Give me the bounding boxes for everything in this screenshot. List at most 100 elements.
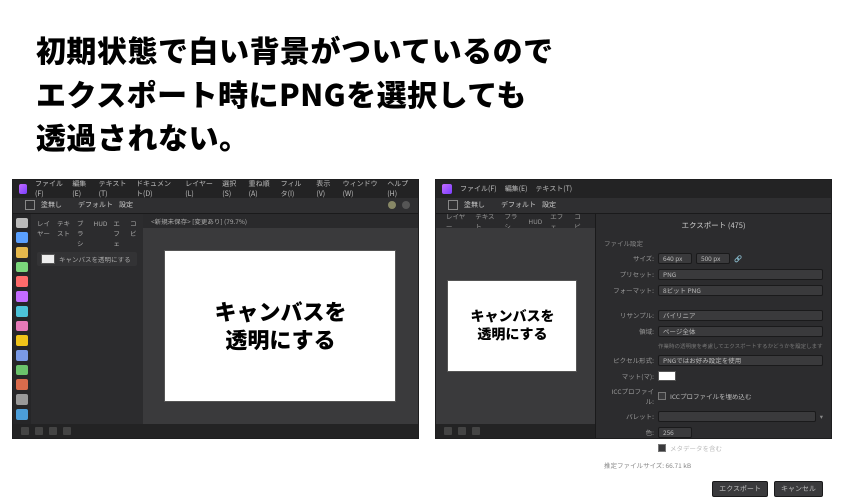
pixel-format-select[interactable]: PNGではお好み設定を使用 bbox=[658, 355, 823, 366]
export-section-label: ファイル設定 bbox=[604, 238, 823, 248]
canvas-area[interactable]: キャンバスを 透明にする bbox=[143, 228, 418, 424]
status-icon-2[interactable] bbox=[35, 427, 43, 435]
preset-dropdown[interactable]: デフォルト bbox=[501, 200, 536, 210]
menu-filters[interactable]: フィルタ(I) bbox=[281, 179, 309, 199]
menu-edit[interactable]: 編集(E) bbox=[505, 184, 528, 194]
tool-12-icon[interactable] bbox=[16, 379, 28, 390]
colors-input[interactable]: 256 bbox=[658, 427, 692, 438]
status-icon-1[interactable] bbox=[444, 427, 452, 435]
menu-view[interactable]: 表示(V) bbox=[316, 179, 334, 199]
tool-5-icon[interactable] bbox=[16, 276, 28, 287]
tool-9-icon[interactable] bbox=[16, 335, 28, 346]
menu-file[interactable]: ファイル(F) bbox=[35, 179, 64, 199]
tool-2-icon[interactable] bbox=[16, 232, 28, 243]
headline: 初期状態で白い背景がついているので エクスポート時にPNGを選択しても 透過され… bbox=[0, 0, 844, 179]
menu-file[interactable]: ファイル(F) bbox=[460, 184, 497, 194]
icc-embed-label: ICCプロファイルを埋め込む bbox=[670, 391, 751, 401]
colors-label: 色: bbox=[604, 427, 654, 437]
tool-13-icon[interactable] bbox=[16, 394, 28, 405]
format-select[interactable]: 8ビット PNG bbox=[658, 285, 823, 296]
preset-dropdown[interactable]: デフォルト bbox=[78, 200, 113, 210]
estimate-text: 推定ファイルサイズ: 66.71 kB bbox=[604, 460, 823, 470]
side-tabs: レイヤー テキスト ブラシ HUD エフェ コビ bbox=[436, 214, 595, 228]
export-preview-area: キャンバスを 透明にする bbox=[436, 228, 595, 424]
lock-aspect-icon[interactable]: 🔗 bbox=[734, 253, 742, 263]
fill-swatch[interactable] bbox=[448, 200, 458, 210]
status-bar bbox=[13, 424, 418, 438]
preview-text-line-1: キャンバスを bbox=[470, 308, 554, 326]
screenshots-row: ファイル(F) 編集(E) テキスト(T) ドキュメント(D) レイヤー(L) … bbox=[0, 179, 844, 439]
fill-swatch[interactable] bbox=[25, 200, 35, 210]
avatar-icon[interactable] bbox=[388, 201, 396, 209]
status-icon-1[interactable] bbox=[21, 427, 29, 435]
layer-label: キャンバスを透明にする bbox=[59, 254, 131, 264]
notify-icon[interactable] bbox=[402, 201, 410, 209]
metadata-checkbox[interactable] bbox=[658, 444, 666, 452]
tab-hud[interactable]: HUD bbox=[528, 216, 542, 226]
fill-label: 塗無し bbox=[41, 200, 62, 210]
tab-effects[interactable]: エフェ bbox=[113, 218, 124, 248]
tool-1-icon[interactable] bbox=[16, 218, 28, 229]
tool-11-icon[interactable] bbox=[16, 365, 28, 376]
canvas-artboard[interactable]: キャンバスを 透明にする bbox=[165, 251, 395, 401]
preset-label: プリセット: bbox=[604, 269, 654, 279]
status-icon-3[interactable] bbox=[49, 427, 57, 435]
format-label: フォーマット: bbox=[604, 285, 654, 295]
tool-4-icon[interactable] bbox=[16, 262, 28, 273]
layer-thumb-icon bbox=[41, 254, 55, 264]
side-panel: レイヤー テキスト ブラシ HUD エフェ コビ キャンバスを透明にする bbox=[31, 214, 143, 424]
size-height-input[interactable]: 500 px bbox=[696, 253, 730, 264]
status-icon-4[interactable] bbox=[63, 427, 71, 435]
menu-select[interactable]: 選択(S) bbox=[222, 179, 240, 199]
menu-document[interactable]: ドキュメント(D) bbox=[136, 179, 177, 199]
resample-select[interactable]: バイリニア bbox=[658, 310, 823, 321]
status-icon-2[interactable] bbox=[458, 427, 466, 435]
size-label: サイズ: bbox=[604, 253, 654, 263]
menu-text[interactable]: テキスト(T) bbox=[99, 179, 128, 199]
menu-bar: ファイル(F) 編集(E) テキスト(T) ドキュメント(D) レイヤー(L) … bbox=[13, 180, 418, 198]
icc-embed-checkbox[interactable] bbox=[658, 392, 666, 400]
menu-text[interactable]: テキスト(T) bbox=[535, 184, 572, 194]
matte-label: マット(マ): bbox=[604, 371, 654, 381]
tab-text[interactable]: テキスト bbox=[57, 218, 71, 248]
action-bar: 塗無し デフォルト 設定 bbox=[436, 198, 831, 214]
tool-14-icon[interactable] bbox=[16, 409, 28, 420]
preset-select[interactable]: PNG bbox=[658, 269, 823, 280]
tab-copy[interactable]: コビ bbox=[130, 218, 137, 248]
canvas-text-line-2: 透明にする bbox=[225, 326, 335, 354]
app-logo-icon bbox=[19, 184, 27, 194]
palette-select[interactable] bbox=[658, 411, 816, 422]
canvas-text-line-1: キャンバスを bbox=[214, 298, 346, 326]
hint-text: 作業時の透明度を考慮してエクスポートするかどうかを設定します bbox=[604, 342, 823, 350]
palette-drop-icon[interactable]: ▾ bbox=[820, 411, 823, 421]
menu-arrange[interactable]: 重ね順(A) bbox=[249, 179, 273, 199]
settings-button[interactable]: 設定 bbox=[119, 200, 133, 210]
area-select[interactable]: ページ全体 bbox=[658, 326, 823, 337]
palette-label: パレット: bbox=[604, 411, 654, 421]
area-label: 領域: bbox=[604, 326, 654, 336]
document-tab[interactable]: <新規未保存> [変更あり] (79.7%) bbox=[151, 216, 247, 226]
tool-8-icon[interactable] bbox=[16, 321, 28, 332]
menu-edit[interactable]: 編集(E) bbox=[72, 179, 90, 199]
tool-6-icon[interactable] bbox=[16, 291, 28, 302]
tab-hud[interactable]: HUD bbox=[94, 218, 108, 248]
status-icon-3[interactable] bbox=[472, 427, 480, 435]
cancel-button[interactable]: キャンセル bbox=[774, 481, 823, 497]
tool-7-icon[interactable] bbox=[16, 306, 28, 317]
tab-brush[interactable]: ブラシ bbox=[77, 218, 88, 248]
menu-window[interactable]: ウィンドウ(W) bbox=[343, 179, 380, 199]
tool-3-icon[interactable] bbox=[16, 247, 28, 258]
size-width-input[interactable]: 640 px bbox=[658, 253, 692, 264]
metadata-label: メタデータを含む bbox=[670, 443, 722, 453]
menu-layer[interactable]: レイヤー(L) bbox=[185, 179, 214, 199]
tool-10-icon[interactable] bbox=[16, 350, 28, 361]
export-button[interactable]: エクスポート bbox=[712, 481, 768, 497]
matte-color-swatch[interactable] bbox=[658, 371, 676, 381]
layer-row[interactable]: キャンバスを透明にする bbox=[37, 252, 137, 266]
tab-layers[interactable]: レイヤー bbox=[37, 218, 51, 248]
export-preview-canvas: キャンバスを 透明にする bbox=[448, 281, 576, 371]
app-window-editor: ファイル(F) 編集(E) テキスト(T) ドキュメント(D) レイヤー(L) … bbox=[12, 179, 419, 439]
settings-button[interactable]: 設定 bbox=[542, 200, 556, 210]
tool-column bbox=[13, 214, 31, 424]
menu-help[interactable]: ヘルプ(H) bbox=[387, 179, 412, 199]
